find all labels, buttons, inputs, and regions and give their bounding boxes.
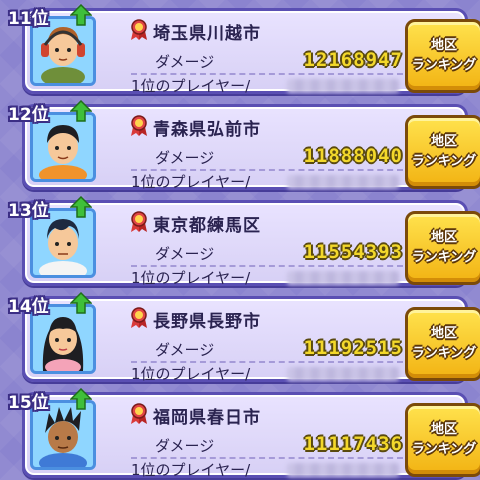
region-ranking-button[interactable]: 地区 ランキング xyxy=(405,211,480,285)
top-player-label: 1位のプレイヤー/ xyxy=(131,269,251,287)
ranking-row: 東京都練馬区 ダメージ 11554393 1位のプレイヤー/ 地区 ランキング … xyxy=(0,195,480,288)
rank-up-arrow-icon xyxy=(69,3,93,26)
button-label-line2: ランキング xyxy=(411,346,477,361)
ranking-row: 福岡県春日市 ダメージ 11117436 1位のプレイヤー/ 地区 ランキング … xyxy=(0,387,480,480)
ranking-list: 埼玉県川越市 ダメージ 12168947 1位のプレイヤー/ 地区 ランキング xyxy=(0,0,480,480)
rank-up-arrow-icon xyxy=(69,291,93,314)
rank-number: 15位 xyxy=(8,393,49,413)
button-label-line2: ランキング xyxy=(411,154,477,169)
damage-value: 11192515 xyxy=(303,337,403,359)
damage-label: ダメージ xyxy=(155,53,215,71)
rank-up-arrow-icon xyxy=(69,195,93,218)
button-label-line2: ランキング xyxy=(411,250,477,265)
top-player-label: 1位のプレイヤー/ xyxy=(131,173,251,191)
top-player-name-blurred xyxy=(287,367,399,381)
top-player-label: 1位のプレイヤー/ xyxy=(131,365,251,383)
rank-up-arrow-icon xyxy=(69,99,93,122)
medal-icon xyxy=(129,211,149,233)
damage-value: 12168947 xyxy=(303,49,403,71)
top-player-label: 1位のプレイヤー/ xyxy=(131,461,251,479)
ranking-row: 長野県長野市 ダメージ 11192515 1位のプレイヤー/ 地区 ランキング … xyxy=(0,291,480,384)
top-player-name-blurred xyxy=(287,463,399,477)
rank-number: 13位 xyxy=(8,201,49,221)
button-label-line1: 地区 xyxy=(430,422,457,437)
rank-number: 12位 xyxy=(8,105,49,125)
damage-label: ダメージ xyxy=(155,245,215,263)
top-player-name-blurred xyxy=(287,271,399,285)
top-player-name-blurred xyxy=(287,79,399,93)
region-ranking-button[interactable]: 地区 ランキング xyxy=(405,19,480,93)
rank-up-arrow-icon xyxy=(69,387,93,410)
ranking-row: 埼玉県川越市 ダメージ 12168947 1位のプレイヤー/ 地区 ランキング xyxy=(0,3,480,96)
button-label-line2: ランキング xyxy=(411,58,477,73)
region-name: 福岡県春日市 xyxy=(153,408,261,428)
top-player-label: 1位のプレイヤー/ xyxy=(131,77,251,95)
damage-label: ダメージ xyxy=(155,149,215,167)
medal-icon xyxy=(129,403,149,425)
region-ranking-button[interactable]: 地区 ランキング xyxy=(405,115,480,189)
rank-number: 11位 xyxy=(8,9,49,29)
button-label-line1: 地区 xyxy=(430,326,457,341)
medal-icon xyxy=(129,115,149,137)
button-label-line1: 地区 xyxy=(430,38,457,53)
region-name: 東京都練馬区 xyxy=(153,216,261,236)
region-ranking-button[interactable]: 地区 ランキング xyxy=(405,403,480,477)
region-name: 長野県長野市 xyxy=(153,312,261,332)
damage-value: 11117436 xyxy=(303,433,403,455)
damage-label: ダメージ xyxy=(155,341,215,359)
region-name: 埼玉県川越市 xyxy=(153,24,261,44)
top-player-name-blurred xyxy=(287,175,399,189)
ranking-row: 青森県弘前市 ダメージ 11888040 1位のプレイヤー/ 地区 ランキング … xyxy=(0,99,480,192)
rank-number: 14位 xyxy=(8,297,49,317)
button-label-line1: 地区 xyxy=(430,134,457,149)
button-label-line2: ランキング xyxy=(411,442,477,457)
damage-value: 11888040 xyxy=(303,145,403,167)
damage-value: 11554393 xyxy=(303,241,403,263)
damage-label: ダメージ xyxy=(155,437,215,455)
region-ranking-button[interactable]: 地区 ランキング xyxy=(405,307,480,381)
button-label-line1: 地区 xyxy=(430,230,457,245)
medal-icon xyxy=(129,307,149,329)
medal-icon xyxy=(129,19,149,41)
region-name: 青森県弘前市 xyxy=(153,120,261,140)
